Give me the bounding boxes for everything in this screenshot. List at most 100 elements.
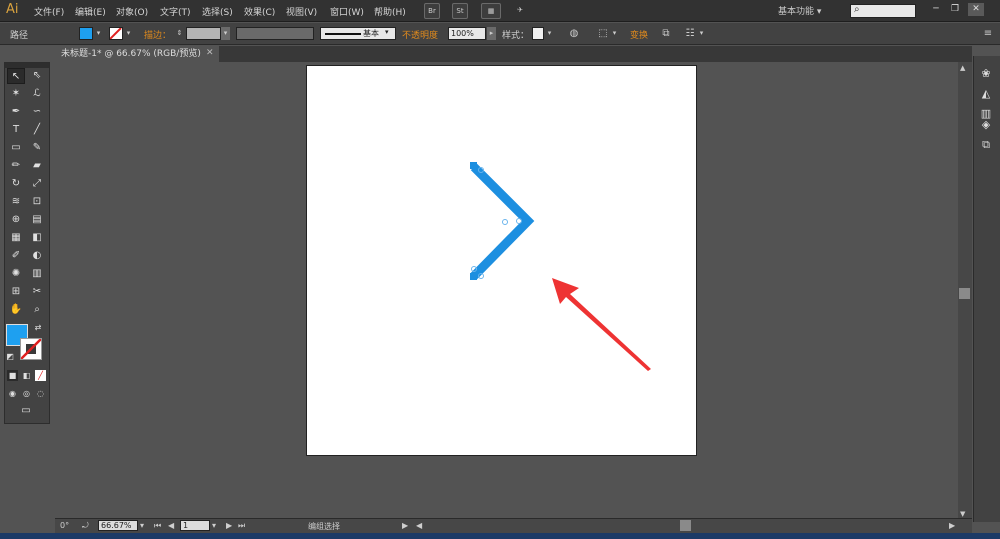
status-menu-icon[interactable]: ▶: [402, 521, 408, 530]
zoom-tool-icon[interactable]: ⌕: [28, 302, 46, 318]
gpu-performance-icon[interactable]: ✈: [512, 3, 528, 19]
artboard-dropdown-icon[interactable]: ▾: [212, 521, 216, 530]
graphic-style-dropdown-icon[interactable]: ▾: [545, 27, 554, 40]
hand-tool-icon[interactable]: ✋: [7, 302, 25, 318]
variable-width-profile[interactable]: [236, 27, 314, 40]
artboards-panel-icon[interactable]: ⧉: [978, 137, 994, 153]
next-artboard-icon[interactable]: ▶: [226, 521, 232, 530]
rectangle-tool-icon[interactable]: ▭: [7, 140, 25, 156]
zoom-input[interactable]: 66.67%: [98, 520, 138, 531]
symbol-sprayer-tool-icon[interactable]: ✺: [7, 266, 25, 282]
menu-view[interactable]: 视图(V): [286, 5, 317, 18]
arrange-documents-icon[interactable]: ▦: [481, 3, 501, 19]
chevron-path[interactable]: [470, 163, 535, 280]
opacity-label[interactable]: 不透明度: [402, 28, 438, 41]
scroll-right-icon[interactable]: ▶: [949, 521, 955, 530]
previous-artboard-icon[interactable]: ◀: [168, 521, 174, 530]
eraser-tool-icon[interactable]: ▰: [28, 158, 46, 174]
blend-tool-icon[interactable]: ◐: [28, 248, 46, 264]
fill-swatch[interactable]: [79, 27, 93, 40]
perspective-grid-tool-icon[interactable]: ▤: [28, 212, 46, 228]
default-colors-icon[interactable]: ◩: [4, 351, 16, 363]
stroke-weight-dropdown-icon[interactable]: ▾: [221, 27, 230, 40]
slice-tool-icon[interactable]: ✂: [28, 284, 46, 300]
stock-button[interactable]: St: [452, 3, 468, 19]
shape-builder-tool-icon[interactable]: ⊕: [7, 212, 25, 228]
last-artboard-icon[interactable]: ⏭: [238, 521, 245, 531]
color-panel-icon[interactable]: ❀: [978, 66, 994, 82]
type-tool-icon[interactable]: T: [7, 122, 25, 138]
layers-panel-icon[interactable]: ◈: [978, 117, 994, 133]
graphic-style-swatch[interactable]: [532, 27, 544, 40]
isolate-icon[interactable]: ⧉: [660, 27, 672, 40]
gradient-tool-icon[interactable]: ◧: [28, 230, 46, 246]
pencil-tool-icon[interactable]: ✏: [7, 158, 25, 174]
rotate-tool-icon[interactable]: ↻: [7, 176, 25, 192]
none-mode-icon[interactable]: ╱: [35, 370, 46, 381]
paintbrush-tool-icon[interactable]: ✎: [28, 140, 46, 156]
opacity-dropdown-icon[interactable]: ▸: [487, 27, 496, 40]
lasso-tool-icon[interactable]: ℒ: [28, 86, 46, 102]
align-dropdown-icon[interactable]: ▾: [610, 27, 619, 40]
artboard-tool-icon[interactable]: ⊞: [7, 284, 25, 300]
stroke-swatch[interactable]: [109, 27, 123, 40]
stroke-weight-stepper[interactable]: ⇕: [175, 27, 184, 40]
minimize-button[interactable]: ─: [928, 3, 944, 16]
column-graph-tool-icon[interactable]: ▥: [28, 266, 46, 282]
rotate-view-icon[interactable]: ⤾: [82, 521, 89, 531]
transform-label[interactable]: 变换: [630, 28, 648, 41]
swap-fill-stroke-icon[interactable]: ⇄: [32, 322, 44, 334]
line-segment-tool-icon[interactable]: ╱: [28, 122, 46, 138]
menu-edit[interactable]: 编辑(E): [75, 5, 106, 18]
anchor-point-bottom[interactable]: [470, 273, 477, 280]
mesh-tool-icon[interactable]: ▦: [7, 230, 25, 246]
draw-normal-icon[interactable]: ◉: [7, 388, 18, 399]
stroke-dropdown-icon[interactable]: ▾: [124, 27, 133, 40]
warp-tool-icon[interactable]: ≋: [7, 194, 25, 210]
scroll-down-icon[interactable]: ▼: [960, 510, 965, 518]
fill-dropdown-icon[interactable]: ▾: [94, 27, 103, 40]
pen-tool-icon[interactable]: ✒: [7, 104, 25, 120]
selection-handle-center[interactable]: [502, 219, 508, 225]
control-panel-menu-icon[interactable]: ≡: [982, 27, 994, 40]
brush-definition[interactable]: 基本 ▾: [320, 27, 396, 40]
scroll-left-icon[interactable]: ◀: [416, 521, 422, 530]
gradient-mode-icon[interactable]: ◧: [21, 370, 32, 381]
document-tab[interactable]: 未标题-1* @ 66.67% (RGB/预览): [55, 46, 219, 62]
horizontal-scroll-thumb[interactable]: [680, 520, 691, 531]
menu-file[interactable]: 文件(F): [34, 5, 64, 18]
menu-effect[interactable]: 效果(C): [244, 5, 275, 18]
first-artboard-icon[interactable]: ⏮: [154, 521, 161, 531]
scroll-up-icon[interactable]: ▲: [960, 64, 965, 72]
menu-window[interactable]: 窗口(W): [330, 5, 364, 18]
menu-object[interactable]: 对象(O): [116, 5, 148, 18]
close-document-icon[interactable]: ✕: [206, 48, 214, 58]
magic-wand-tool-icon[interactable]: ✶: [7, 86, 25, 102]
close-button[interactable]: ✕: [968, 3, 984, 16]
align-grid-icon[interactable]: ⬚: [597, 27, 609, 40]
color-guide-panel-icon[interactable]: ◭: [978, 86, 994, 102]
artboard[interactable]: [306, 65, 697, 456]
anchor-point-top[interactable]: [470, 162, 477, 169]
menu-help[interactable]: 帮助(H): [374, 5, 406, 18]
workspace-switcher[interactable]: 基本功能 ▾: [778, 4, 842, 18]
artboard-number-input[interactable]: 1: [180, 520, 210, 531]
menu-type[interactable]: 文字(T): [160, 5, 191, 18]
stroke-color-swatch[interactable]: [20, 338, 42, 360]
eyedropper-tool-icon[interactable]: ✐: [7, 248, 25, 264]
stroke-label[interactable]: 描边：: [144, 28, 171, 41]
vertical-scroll-thumb[interactable]: [959, 288, 970, 299]
draw-behind-icon[interactable]: ◎: [21, 388, 32, 399]
draw-inside-icon[interactable]: ◌: [35, 388, 46, 399]
bridge-button[interactable]: Br: [424, 3, 440, 19]
arrange-dropdown-icon[interactable]: ▾: [697, 27, 706, 40]
selection-tool-icon[interactable]: ↖: [7, 68, 25, 84]
opacity-input[interactable]: 100%: [448, 27, 486, 40]
screen-mode-icon[interactable]: ▭: [17, 404, 35, 418]
stroke-weight-input[interactable]: [186, 27, 221, 40]
zoom-dropdown-icon[interactable]: ▾: [140, 521, 144, 530]
scale-tool-icon[interactable]: ⤢: [28, 176, 46, 192]
free-transform-tool-icon[interactable]: ⊡: [28, 194, 46, 210]
direct-selection-tool-icon[interactable]: ⇖: [28, 68, 46, 84]
curvature-tool-icon[interactable]: ∽: [28, 104, 46, 120]
